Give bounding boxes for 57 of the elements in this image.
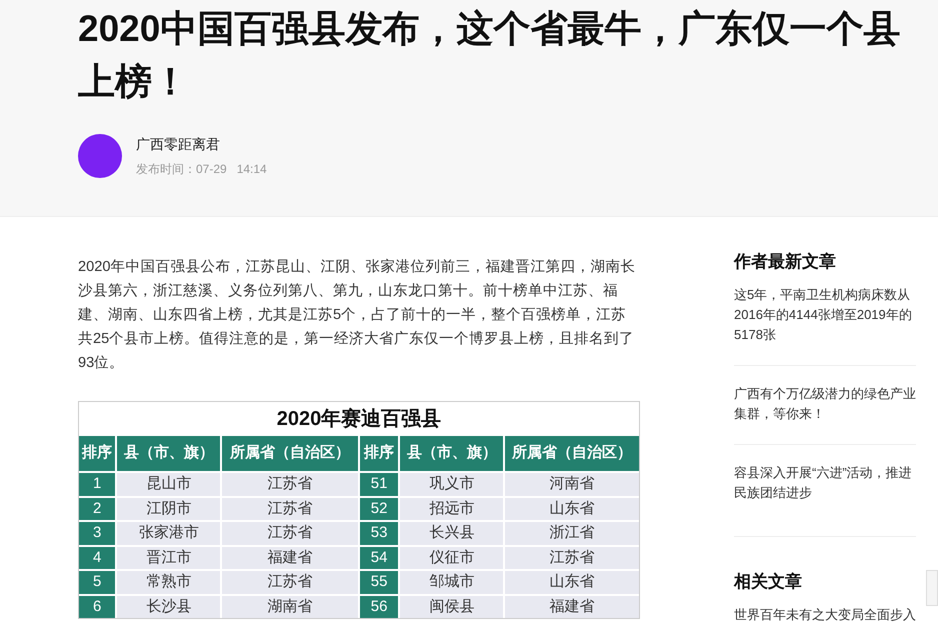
- sidebar-article-link[interactable]: 这5年，平南卫生机构病床数从2016年的4144张增至2019年的5178张: [734, 285, 916, 345]
- table-header-cell: 所属省（自治区）: [505, 436, 639, 471]
- table-cell: 仪征市: [400, 546, 504, 569]
- table-cell: 邹城市: [400, 571, 504, 594]
- sidebar-article-link[interactable]: 容县深入开展“六进”活动，推进民族团结进步: [734, 463, 916, 503]
- table-cell: 闽侯县: [400, 596, 504, 618]
- table-cell: 长沙县: [117, 596, 220, 618]
- table-cell: 江阴市: [117, 498, 220, 520]
- author-name[interactable]: 广西零距离君: [136, 134, 267, 155]
- table-cell: 湖南省: [222, 596, 358, 618]
- table-cell: 张家港市: [117, 522, 220, 544]
- table-cell: 河南省: [505, 473, 639, 496]
- article-paragraph: 2020年中国百强县公布，江苏昆山、江阴、张家港位列前三，福建晋江第四，湖南长沙县第六，浙江慈溪、义务位列第八、第九，山东龙口第十。前十榜单中江苏、福建、湖南、山东四省上榜，尤其是江苏5个，占了前十的一半，整个百强榜单，江苏共25个县市上榜。值得注意的是，第一经济大省广东仅一个博罗县上榜，且排名到了93位。: [78, 258, 636, 373]
- table-cell: 53: [360, 522, 398, 544]
- table-cell: 山东省: [505, 571, 639, 594]
- table-cell: 福建省: [505, 596, 639, 618]
- table-cell: 山东省: [505, 498, 639, 520]
- table-header-cell: 排序: [79, 436, 116, 471]
- table-cell: 浙江省: [505, 522, 639, 544]
- table-cell: 56: [360, 596, 398, 618]
- table-header-cell: 县（市、旗）: [117, 436, 220, 471]
- sidebar-article-link[interactable]: 世界百年未有之大变局全面步入: [734, 605, 916, 625]
- table-header-cell: 所属省（自治区）: [222, 436, 358, 471]
- table-cell: 6: [79, 596, 116, 618]
- table-cell: 江苏省: [222, 571, 358, 594]
- publish-date: 07-29: [196, 161, 227, 178]
- table-cell: 52: [360, 498, 398, 520]
- table-cell: 51: [360, 473, 398, 496]
- table-cell: 江苏省: [222, 522, 358, 544]
- table-cell: 3: [79, 522, 116, 544]
- table-cell: 福建省: [222, 546, 358, 569]
- table-cell: 4: [79, 546, 116, 569]
- table-cell: 1: [79, 473, 116, 496]
- table-header-cell: 排序: [360, 436, 398, 471]
- avatar: [78, 134, 122, 178]
- table-cell: 江苏省: [222, 498, 358, 520]
- table-cell: 江苏省: [505, 546, 639, 569]
- article-title: 2020中国百强县发布，这个省最牛，广东仅一个县上榜！: [78, 7, 902, 104]
- table-cell: 2: [79, 498, 116, 520]
- table-cell: 巩义市: [400, 473, 504, 496]
- table-cell: 54: [360, 546, 398, 569]
- table-header-cell: 县（市、旗）: [400, 436, 504, 471]
- table-title: 2020年赛迪百强县: [276, 406, 442, 432]
- table-cell: 昆山市: [117, 473, 220, 496]
- table-cell: 5: [79, 571, 116, 594]
- publish-label: 发布时间：: [136, 161, 196, 178]
- table-cell: 55: [360, 571, 398, 594]
- sidebar-heading: 相关文章: [734, 571, 803, 593]
- table-cell: 常熟市: [117, 571, 220, 594]
- table-cell: 长兴县: [400, 522, 504, 544]
- table-cell: 江苏省: [222, 473, 358, 496]
- table-cell: 招远市: [400, 498, 504, 520]
- table-cell: 晋江市: [117, 546, 220, 569]
- back-to-top-button[interactable]: [926, 570, 938, 606]
- publish-time: 14:14: [236, 161, 267, 178]
- sidebar-heading: 作者最新文章: [734, 251, 837, 273]
- sidebar-article-link[interactable]: 广西有个万亿级潜力的绿色产业集群，等你来！: [734, 384, 916, 424]
